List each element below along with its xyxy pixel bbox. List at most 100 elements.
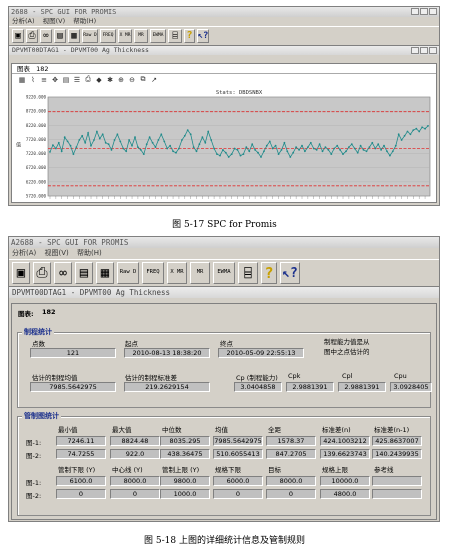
data-point bbox=[265, 144, 268, 147]
headers2-header-1: 中心线 (Y) bbox=[112, 466, 143, 474]
zoom-in-icon[interactable]: ⊕ bbox=[117, 76, 125, 84]
zoom-out-icon[interactable]: ⊖ bbox=[128, 76, 136, 84]
rows1-cell-0-2: 8035.295 bbox=[160, 436, 210, 446]
menu-help-2[interactable]: 帮助(H) bbox=[77, 249, 102, 257]
chart-config-icon[interactable]: ⌸ bbox=[168, 29, 182, 43]
headers2-header-5: 规格上限 bbox=[322, 466, 348, 474]
print-icon[interactable]: ⎙ bbox=[33, 262, 51, 284]
pointer-icon[interactable]: ↗ bbox=[150, 76, 158, 84]
doc-maximize-button[interactable] bbox=[420, 47, 428, 54]
headers1-header-3: 均值 bbox=[215, 426, 228, 434]
data-point bbox=[192, 146, 195, 148]
data-point bbox=[397, 133, 400, 136]
data-point bbox=[380, 149, 382, 151]
std-field: 219.2629154 bbox=[124, 382, 210, 392]
cp-label: Cp (制程能力) bbox=[236, 374, 278, 382]
xmr-button[interactable]: X MR bbox=[118, 29, 132, 43]
data-point bbox=[78, 139, 81, 141]
line-icon[interactable]: ⌇ bbox=[29, 76, 37, 84]
rows2-cell-1-6 bbox=[372, 489, 422, 499]
doc-close-button[interactable] bbox=[429, 47, 437, 54]
mr-button[interactable]: MR bbox=[190, 262, 210, 284]
data-point bbox=[421, 126, 423, 129]
ewma-button[interactable]: EWMA bbox=[213, 262, 235, 284]
color-icon[interactable]: ◆ bbox=[95, 76, 103, 84]
data-point bbox=[107, 143, 110, 146]
raw-data-button[interactable]: Raw D bbox=[117, 262, 139, 284]
app-title: 2688 - SPC GUI FOR PROMIS bbox=[11, 8, 117, 16]
menu-analysis[interactable]: 分析(A) bbox=[12, 17, 35, 25]
data-point bbox=[424, 127, 426, 130]
copy-icon[interactable]: ⧉ bbox=[139, 75, 147, 84]
stats-tab-label[interactable]: 图表: bbox=[18, 308, 34, 318]
data-point bbox=[128, 139, 130, 141]
freq-button[interactable]: FREQ bbox=[100, 29, 116, 43]
menu-analysis-2[interactable]: 分析(A) bbox=[12, 249, 36, 257]
list-icon[interactable]: ☰ bbox=[73, 76, 81, 84]
binoculars-icon[interactable]: ∞ bbox=[54, 262, 72, 284]
rows2-row-label-0: 图-1: bbox=[26, 479, 42, 487]
data-point bbox=[394, 144, 397, 147]
properties-icon[interactable]: ▤ bbox=[75, 262, 93, 284]
rows1-cell-1-6: 140.2439935 bbox=[372, 449, 422, 459]
doc-icon[interactable]: ▦ bbox=[96, 262, 114, 284]
print-icon[interactable]: ⎙ bbox=[26, 29, 38, 43]
doc-minimize-button[interactable] bbox=[411, 47, 419, 54]
data-point bbox=[93, 139, 95, 141]
points-label: 点数 bbox=[32, 340, 45, 348]
raw-data-button[interactable]: Raw D bbox=[82, 29, 98, 43]
data-point bbox=[371, 141, 374, 144]
chart-config-icon[interactable]: ⌸ bbox=[238, 262, 258, 284]
headers1-header-0: 最小值 bbox=[58, 426, 78, 434]
rows1-cell-0-3: 7985.5642975 bbox=[213, 436, 263, 446]
pan-icon[interactable]: ✥ bbox=[51, 76, 59, 84]
data-point bbox=[377, 143, 380, 146]
capability-note-line-2: 图中之点估计的 bbox=[324, 348, 370, 356]
mr-button[interactable]: MR bbox=[134, 29, 148, 43]
main-toolbar: ▣ ⎙ ∞ ▤ ▦ Raw D FREQ X MR MR EWMA ⌸ ? ↖? bbox=[9, 26, 439, 46]
doc-icon[interactable]: ▦ bbox=[68, 29, 80, 43]
headers1-header-6: 标准差(n-1) bbox=[374, 426, 410, 434]
rows2-cell-0-6 bbox=[372, 476, 422, 486]
data-point bbox=[386, 150, 388, 153]
context-help-icon[interactable]: ↖? bbox=[197, 29, 209, 43]
close-button[interactable] bbox=[429, 8, 437, 15]
properties-icon[interactable]: ▤ bbox=[54, 29, 66, 43]
series-icon[interactable]: ≡ bbox=[40, 76, 48, 84]
binoculars-icon[interactable]: ∞ bbox=[40, 29, 52, 43]
help-icon[interactable]: ? bbox=[184, 29, 195, 43]
settings-icon[interactable]: ✱ bbox=[106, 76, 114, 84]
ewma-button[interactable]: EWMA bbox=[150, 29, 166, 43]
data-point bbox=[75, 146, 78, 148]
freq-button[interactable]: FREQ bbox=[142, 262, 164, 284]
data-point bbox=[87, 132, 89, 134]
save-icon[interactable]: ▣ bbox=[12, 29, 24, 43]
menu-view-2[interactable]: 视图(V) bbox=[45, 249, 69, 257]
xmr-button[interactable]: X MR bbox=[167, 262, 187, 284]
data-point bbox=[312, 147, 315, 150]
data-point bbox=[137, 146, 139, 148]
statistics-panel: 图表: 182 制程统计 点数 121 起点 2010-08-13 18:38:… bbox=[11, 303, 437, 520]
help-icon[interactable]: ? bbox=[261, 262, 277, 284]
context-help-icon[interactable]: ↖? bbox=[280, 262, 300, 284]
data-point bbox=[57, 141, 60, 144]
data-point bbox=[204, 141, 207, 144]
rows2-cell-0-5: 10000.0 bbox=[320, 476, 370, 486]
maximize-button[interactable] bbox=[420, 8, 428, 15]
menu-help[interactable]: 帮助(H) bbox=[73, 17, 96, 25]
chart-tab-label[interactable]: 图表 bbox=[17, 65, 30, 73]
print-chart-icon[interactable]: ⎙ bbox=[84, 75, 92, 84]
process-stats-title: 制程统计 bbox=[22, 327, 54, 337]
data-point bbox=[63, 136, 66, 139]
cp-field: 3.0404858 bbox=[234, 382, 282, 392]
grid-icon[interactable]: ▦ bbox=[18, 76, 26, 84]
save-icon[interactable]: ▣ bbox=[12, 262, 30, 284]
data-point bbox=[280, 149, 283, 151]
table-icon[interactable]: ▤ bbox=[62, 76, 70, 84]
data-point bbox=[295, 146, 297, 148]
data-point bbox=[400, 139, 403, 141]
menu-view[interactable]: 视图(V) bbox=[43, 17, 66, 25]
rows2-cell-0-3: 6000.0 bbox=[213, 476, 263, 486]
minimize-button[interactable] bbox=[411, 8, 419, 15]
start-field: 2010-08-13 18:38:20 bbox=[124, 348, 210, 358]
